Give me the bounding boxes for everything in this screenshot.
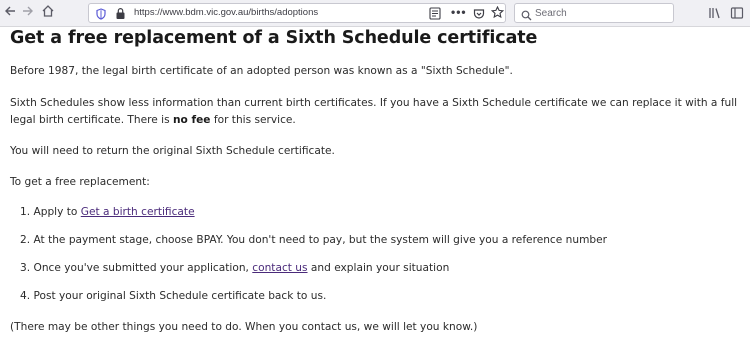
list-text: Once you've submitted your application, [33,262,253,274]
explanation-text-end: for this service. [210,114,296,126]
no-fee-emphasis: no fee [172,114,211,126]
list-number: 2. [20,234,31,246]
steps-intro: To get a free replacement: [10,176,150,188]
bookmark-star-icon[interactable] [490,5,505,19]
return-note-paragraph: You will need to return the original Six… [10,145,335,157]
library-icon[interactable] [708,6,722,20]
back-icon[interactable] [2,4,18,22]
explanation-paragraph: Sixth Schedules show less information th… [10,95,745,129]
get-birth-certificate-link[interactable]: Get a birth certificate [81,206,195,218]
home-icon[interactable] [40,4,56,22]
search-icon [521,8,532,21]
list-number: 1. [20,206,31,218]
footer-note: (There may be other things you need to d… [10,321,478,333]
intro-paragraph: Before 1987, the legal birth certificate… [10,65,513,77]
address-bar[interactable]: https://www.bdm.vic.gov.au/births/adopti… [88,3,506,23]
list-text: and explain your situation [307,262,450,274]
pocket-icon[interactable] [473,7,485,19]
list-item: 3. Once you've submitted your applicatio… [20,260,449,277]
search-input[interactable] [535,6,665,20]
list-item: 2. At the payment stage, choose BPAY. Yo… [20,232,607,249]
list-number: 3. [20,262,31,274]
lock-icon[interactable] [115,7,126,20]
list-text: Post your original Sixth Schedule certif… [33,290,327,302]
tracking-shield-icon[interactable] [95,7,107,20]
browser-toolbar: https://www.bdm.vic.gov.au/births/adopti… [0,0,750,27]
url-text[interactable]: https://www.bdm.vic.gov.au/births/adopti… [134,7,318,18]
page-title: Get a free replacement of a Sixth Schedu… [10,28,538,48]
reader-view-icon[interactable] [429,7,441,20]
sidebar-icon[interactable] [730,6,744,20]
list-item: 4. Post your original Sixth Schedule cer… [20,288,326,305]
contact-us-link[interactable]: contact us [252,262,307,274]
list-text: At the payment stage, choose BPAY. You d… [33,234,607,246]
list-number: 4. [20,290,31,302]
list-text: Apply to [33,206,81,218]
search-bar[interactable] [514,3,674,23]
explanation-text-start: Sixth Schedules show less information th… [10,97,738,126]
list-item: 1. Apply to Get a birth certificate [20,204,195,221]
page-actions-icon[interactable]: ••• [451,5,467,19]
forward-icon[interactable] [20,4,36,22]
